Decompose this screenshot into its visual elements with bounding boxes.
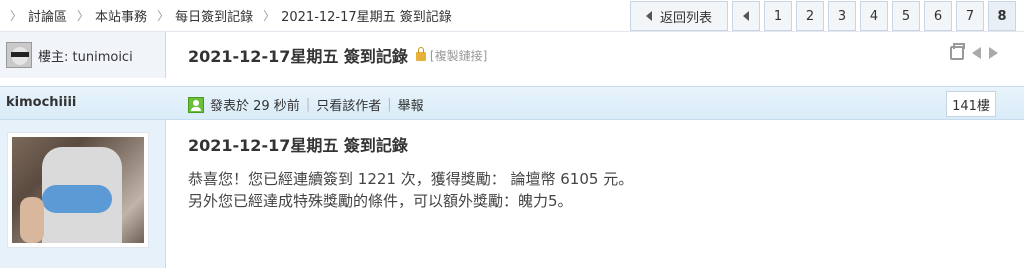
lock-icon bbox=[415, 46, 426, 61]
breadcrumb-label[interactable]: 2021-12-17星期五 簽到記錄 bbox=[281, 6, 452, 25]
avatar-photo bbox=[12, 137, 144, 243]
breadcrumb-separator-icon: 〉 bbox=[10, 8, 23, 23]
breadcrumb-separator-icon: 〉 bbox=[263, 8, 276, 23]
back-to-list-button[interactable]: 返回列表 bbox=[630, 1, 728, 31]
page-button[interactable]: 2 bbox=[796, 1, 824, 31]
post-text-line: 恭喜您！您已經連續簽到 1221 次，獲得獎勵： 論壇幣 6105 元。 bbox=[188, 170, 634, 188]
breadcrumb-label[interactable]: 討論區 bbox=[28, 6, 67, 25]
arrow-right-icon[interactable] bbox=[989, 47, 998, 59]
arrow-left-icon[interactable] bbox=[972, 47, 981, 59]
caret-left-icon bbox=[645, 11, 652, 21]
breadcrumb-item-site-affairs[interactable]: 〉 本站事務 bbox=[67, 6, 147, 25]
post-meta: 發表於 29 秒前 | 只看該作者 | 舉報 bbox=[188, 95, 424, 114]
current-page-button[interactable]: 8 bbox=[988, 1, 1016, 31]
pagination: 返回列表 1 2 3 4 5 6 7 8 bbox=[630, 1, 1016, 31]
page-button[interactable]: 5 bbox=[892, 1, 920, 31]
floor-number[interactable]: 141樓 bbox=[946, 91, 996, 117]
meta-divider: | bbox=[305, 97, 311, 112]
breadcrumb-separator-icon: 〉 bbox=[157, 8, 170, 23]
thread-title-bar: 2021-12-17星期五 簽到記錄 [複製鏈接] bbox=[166, 32, 1024, 78]
caret-left-icon bbox=[743, 11, 749, 21]
page-button[interactable]: 3 bbox=[828, 1, 856, 31]
owner-label[interactable]: 樓主: tunimoici bbox=[38, 46, 133, 65]
breadcrumb: 〉 討論區 〉 本站事務 〉 每日簽到記錄 〉 2021-12-17星期五 簽到… bbox=[0, 0, 452, 30]
post-author-panel bbox=[0, 120, 166, 268]
breadcrumb-separator-icon: 〉 bbox=[77, 8, 90, 23]
only-author-link[interactable]: 只看該作者 bbox=[316, 95, 381, 114]
post: 2021-12-17星期五 簽到記錄 恭喜您！您已經連續簽到 1221 次，獲得… bbox=[0, 120, 1024, 268]
page-button[interactable]: 4 bbox=[860, 1, 888, 31]
post-meta-bar: kimochiiii 發表於 29 秒前 | 只看該作者 | 舉報 141樓 bbox=[0, 86, 1024, 120]
breadcrumb-item-current-thread[interactable]: 〉 2021-12-17星期五 簽到記錄 bbox=[253, 6, 452, 25]
previous-page-button[interactable] bbox=[732, 1, 760, 31]
page-button[interactable]: 1 bbox=[764, 1, 792, 31]
breadcrumb-label[interactable]: 本站事務 bbox=[95, 6, 147, 25]
breadcrumb-item-forum[interactable]: 〉 討論區 bbox=[0, 6, 67, 25]
page-button[interactable]: 6 bbox=[924, 1, 952, 31]
copy-link-button[interactable]: [複製鏈接] bbox=[430, 47, 487, 64]
back-to-list-label: 返回列表 bbox=[659, 10, 712, 26]
post-text-line: 另外您已經達成特殊獎勵的條件，可以額外獎勵：魄力5。 bbox=[188, 192, 573, 210]
breadcrumb-label[interactable]: 每日簽到記錄 bbox=[175, 6, 253, 25]
post-author-name[interactable]: kimochiiii bbox=[6, 95, 76, 110]
top-bar: 〉 討論區 〉 本站事務 〉 每日簽到記錄 〉 2021-12-17星期五 簽到… bbox=[0, 0, 1024, 32]
online-status-icon bbox=[188, 96, 204, 113]
print-icon[interactable] bbox=[950, 43, 965, 60]
thread-owner: 樓主: tunimoici bbox=[0, 32, 166, 78]
page-button[interactable]: 7 bbox=[956, 1, 984, 31]
thread-header: 樓主: tunimoici 2021-12-17星期五 簽到記錄 [複製鏈接] bbox=[0, 32, 1024, 78]
thread-title: 2021-12-17星期五 簽到記錄 bbox=[188, 47, 408, 66]
report-link[interactable]: 舉報 bbox=[398, 95, 424, 114]
breadcrumb-item-daily-checkin[interactable]: 〉 每日簽到記錄 bbox=[147, 6, 253, 25]
post-title: 2021-12-17星期五 簽到記錄 bbox=[188, 136, 408, 155]
post-content: 2021-12-17星期五 簽到記錄 恭喜您！您已經連續簽到 1221 次，獲得… bbox=[188, 132, 1004, 212]
post-time: 發表於 29 秒前 bbox=[210, 99, 300, 114]
owner-avatar[interactable] bbox=[6, 42, 32, 68]
thread-tools bbox=[950, 43, 998, 60]
meta-divider: | bbox=[387, 97, 392, 112]
avatar[interactable] bbox=[7, 132, 149, 248]
